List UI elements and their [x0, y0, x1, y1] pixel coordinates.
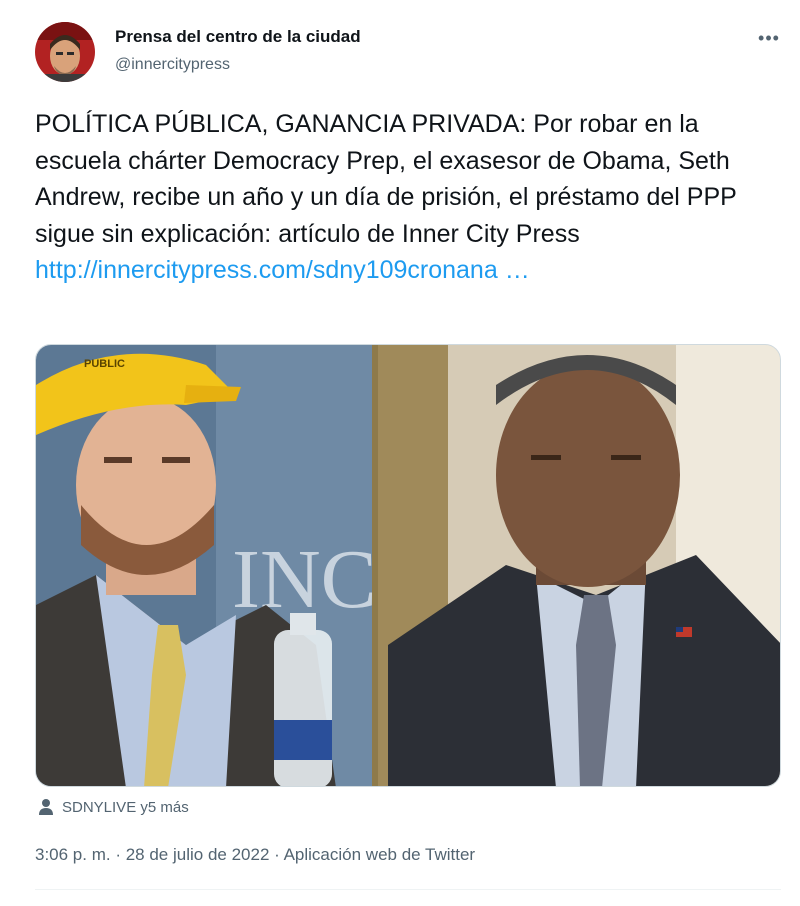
author-avatar[interactable]	[35, 22, 95, 82]
author-handle[interactable]: @innercitypress	[115, 56, 230, 74]
tweet-date[interactable]: 28 de julio de 2022	[126, 845, 270, 864]
more-horizontal-icon: •••	[758, 28, 780, 48]
meta-separator-2: ·	[269, 845, 284, 864]
avatar-image	[35, 22, 95, 82]
tweet-detail: Prensa del centro de la ciudad @innercit…	[0, 0, 800, 906]
person-icon	[38, 798, 54, 816]
tagged-users-text: SDNYLIVE y5 más	[62, 798, 189, 816]
more-options-button[interactable]: •••	[752, 24, 786, 52]
tweet-time[interactable]: 3:06 p. m.	[35, 845, 111, 864]
divider	[35, 889, 781, 890]
media-cap-text: PUBLIC	[84, 358, 125, 370]
tweet-link[interactable]: http://innercitypress.com/sdny109cronana…	[35, 252, 530, 289]
tweet-media-image[interactable]: INC PUBLIC	[35, 344, 781, 787]
tagged-users[interactable]: SDNYLIVE y5 más	[38, 798, 189, 816]
author-display-name[interactable]: Prensa del centro de la ciudad	[115, 27, 361, 47]
tweet-source[interactable]: Aplicación web de Twitter	[284, 845, 476, 864]
meta-separator: ·	[110, 845, 126, 864]
tweet-metadata: 3:06 p. m. · 28 de julio de 2022 · Aplic…	[35, 845, 475, 865]
tweet-body: POLÍTICA PÚBLICA, GANANCIA PRIVADA: Por …	[35, 106, 775, 289]
tweet-text: POLÍTICA PÚBLICA, GANANCIA PRIVADA: Por …	[35, 110, 737, 248]
media-photo-composite: INC PUBLIC	[36, 345, 780, 786]
